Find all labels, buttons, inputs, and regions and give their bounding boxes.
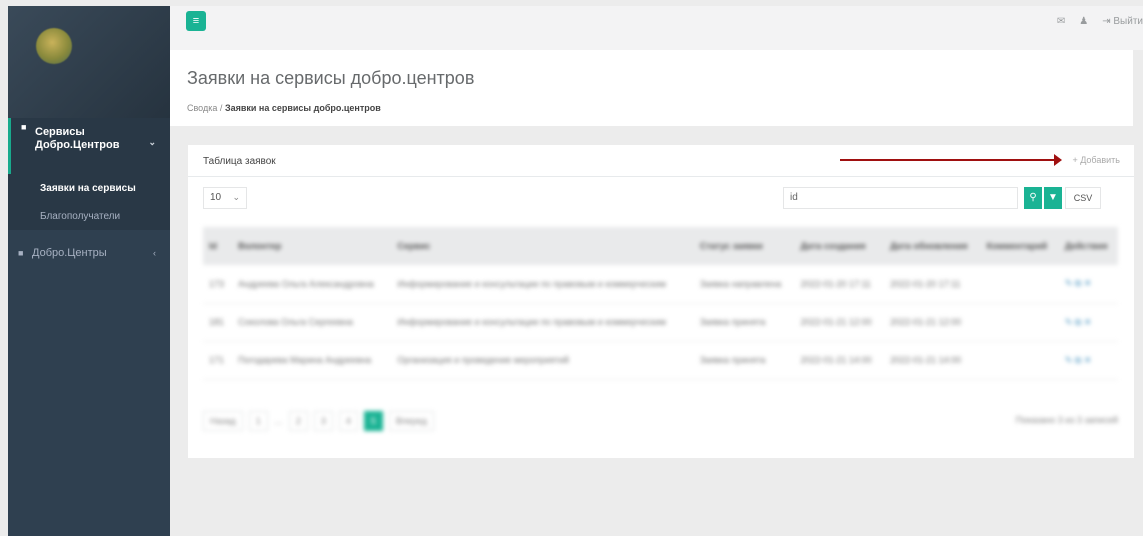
card-title: Таблица заявок [203, 156, 276, 167]
table-cell: Информирование и консультации по правовы… [397, 317, 666, 327]
add-button[interactable]: + Добавить [1072, 155, 1120, 165]
page-size-select[interactable]: 10 ⌄ [203, 187, 247, 209]
grid-icon: ■ [18, 248, 24, 258]
table-header-row: Id Волонтер Сервис Статус заявки Дата со… [203, 227, 1118, 265]
logout-link[interactable]: ⇥ Выйти [1102, 16, 1143, 27]
table-toolbar: 10 ⌄ id ⚲ ▼ CSV [188, 177, 1134, 217]
table-cell: 2022-01-21 14:00 [800, 355, 872, 365]
avatar[interactable] [36, 28, 72, 64]
plus-icon: + [1072, 155, 1078, 165]
table-cell: Андреева Ольга Александровна [238, 278, 374, 289]
search-icon: ⚲ [1029, 192, 1037, 203]
bell-icon[interactable]: ♟ [1079, 16, 1088, 27]
table-cell: Соколова Ольга Сергеевна [238, 317, 353, 327]
table-cell [981, 303, 1059, 341]
sidebar-item-services-label-1: Сервисы [35, 126, 85, 138]
column-header[interactable]: Дата создания [795, 227, 885, 265]
page-title: Заявки на сервисы добро.центров [187, 68, 475, 88]
chevron-down-icon: ⌄ [148, 137, 156, 147]
table-cell [981, 265, 1059, 303]
annotation-arrow [840, 154, 1062, 166]
pagination-next[interactable]: Вперед [388, 411, 434, 431]
add-label: Добавить [1080, 155, 1120, 165]
chevron-down-icon: ⌄ [232, 192, 240, 202]
pagination-page[interactable]: 2 [288, 411, 308, 431]
requests-table: Id Волонтер Сервис Статус заявки Дата со… [203, 227, 1118, 380]
table-cell: 2022-01-20 17:11 [800, 278, 871, 289]
row-actions[interactable]: ✎ ⧉ ✕ [1059, 265, 1118, 303]
table-cell: Погодарева Марина Андреевна [238, 355, 372, 365]
card-header: Таблица заявок + Добавить [188, 145, 1134, 177]
sidebar-item-dobro-centers[interactable]: ■ Добро.Центры ‹ [8, 236, 170, 270]
column-header[interactable]: Id [203, 227, 232, 265]
table-cell: Заявка принята [699, 317, 766, 327]
table-cell: 2022-01-21 14:00 [890, 355, 962, 365]
table-cell [981, 341, 1059, 379]
row-actions[interactable]: ✎ ⧉ ✕ [1059, 303, 1118, 341]
sidebar-item-dobro-label: Добро.Центры [32, 247, 107, 259]
requests-card: Таблица заявок + Добавить 10 ⌄ id ⚲ ▼ CS… [188, 145, 1134, 458]
breadcrumb: Сводка / Заявки на сервисы добро.центров [187, 103, 381, 113]
table-cell: Заявка принята [699, 355, 766, 365]
page-heading: Заявки на сервисы добро.центров Сводка /… [170, 50, 1133, 126]
table-cell: 2022-01-20 17:11 [890, 278, 961, 289]
column-header[interactable]: Статус заявки [694, 227, 795, 265]
sidebar-item-beneficiaries[interactable]: Благополучатели [8, 204, 170, 230]
top-right-actions: ✉ ♟ ⇥ Выйти [1057, 16, 1143, 27]
breadcrumb-separator: / [219, 103, 223, 113]
column-header[interactable]: Сервис [391, 227, 694, 265]
pagination: Назад 1 … 2 3 4 5 Вперед [203, 411, 434, 431]
briefcase-icon: ■ [21, 122, 27, 132]
csv-export-button[interactable]: CSV [1065, 187, 1101, 209]
table-cell: Информирование и консультации по правовы… [397, 278, 666, 289]
chevron-left-icon: ‹ [153, 248, 156, 258]
pagination-ellipsis: … [273, 416, 283, 426]
table-cell: 171 [209, 355, 225, 365]
search-input[interactable]: id [783, 187, 1018, 209]
sidebar-submenu: Заявки на сервисы Благополучатели [8, 174, 170, 230]
row-actions[interactable]: ✎ ⧉ ✕ [1059, 341, 1118, 379]
column-header[interactable]: Волонтер [232, 227, 391, 265]
logout-label: Выйти [1113, 16, 1143, 27]
pagination-page[interactable]: 1 [248, 411, 268, 431]
table-cell: Заявка направлена [699, 278, 782, 289]
sign-out-icon: ⇥ [1102, 16, 1111, 27]
table-cell: Организация и проведение мероприятий [397, 355, 569, 365]
top-navbar: ≡ ✉ ♟ ⇥ Выйти [170, 6, 1143, 50]
profile-area [8, 6, 170, 118]
column-header[interactable]: Дата обновления [884, 227, 981, 265]
filter-icon: ▼ [1048, 192, 1058, 203]
table-cell: 181 [209, 317, 225, 327]
breadcrumb-home[interactable]: Сводка [187, 103, 217, 113]
page-size-value: 10 [210, 192, 222, 203]
table-row: 181 Соколова Ольга Сергеевна Информирова… [203, 303, 1118, 341]
table-cell: 173 [209, 278, 225, 289]
pagination-page[interactable]: 4 [338, 411, 358, 431]
menu-toggle-button[interactable]: ≡ [186, 11, 206, 31]
search-button[interactable]: ⚲ [1024, 187, 1042, 209]
pagination-info: Показано 3 из 3 записей [1015, 415, 1118, 425]
sidebar-item-requests[interactable]: Заявки на сервисы [8, 174, 170, 204]
envelope-icon[interactable]: ✉ [1057, 16, 1065, 27]
pagination-page[interactable]: 3 [313, 411, 333, 431]
pagination-page-active[interactable]: 5 [363, 411, 383, 431]
table-cell: 2022-01-21 12:00 [890, 317, 962, 327]
sidebar: ■ Сервисы Добро.Центров ⌄ Заявки на серв… [8, 6, 170, 536]
pagination-prev[interactable]: Назад [203, 411, 243, 431]
sidebar-item-services[interactable]: ■ Сервисы Добро.Центров ⌄ [8, 118, 170, 174]
app-frame: ■ Сервисы Добро.Центров ⌄ Заявки на серв… [0, 0, 1143, 536]
column-header: Действия [1064, 241, 1108, 251]
column-header[interactable]: Комментарий [981, 227, 1059, 265]
table-row: 173 Андреева Ольга Александровна Информи… [203, 265, 1118, 303]
breadcrumb-current: Заявки на сервисы добро.центров [224, 103, 381, 113]
table-row: 171 Погодарева Марина Андреевна Организа… [203, 341, 1118, 379]
table-cell: 2022-01-21 12:00 [800, 317, 872, 327]
filter-button[interactable]: ▼ [1044, 187, 1062, 209]
sidebar-item-services-label-2: Добро.Центров [35, 139, 120, 151]
